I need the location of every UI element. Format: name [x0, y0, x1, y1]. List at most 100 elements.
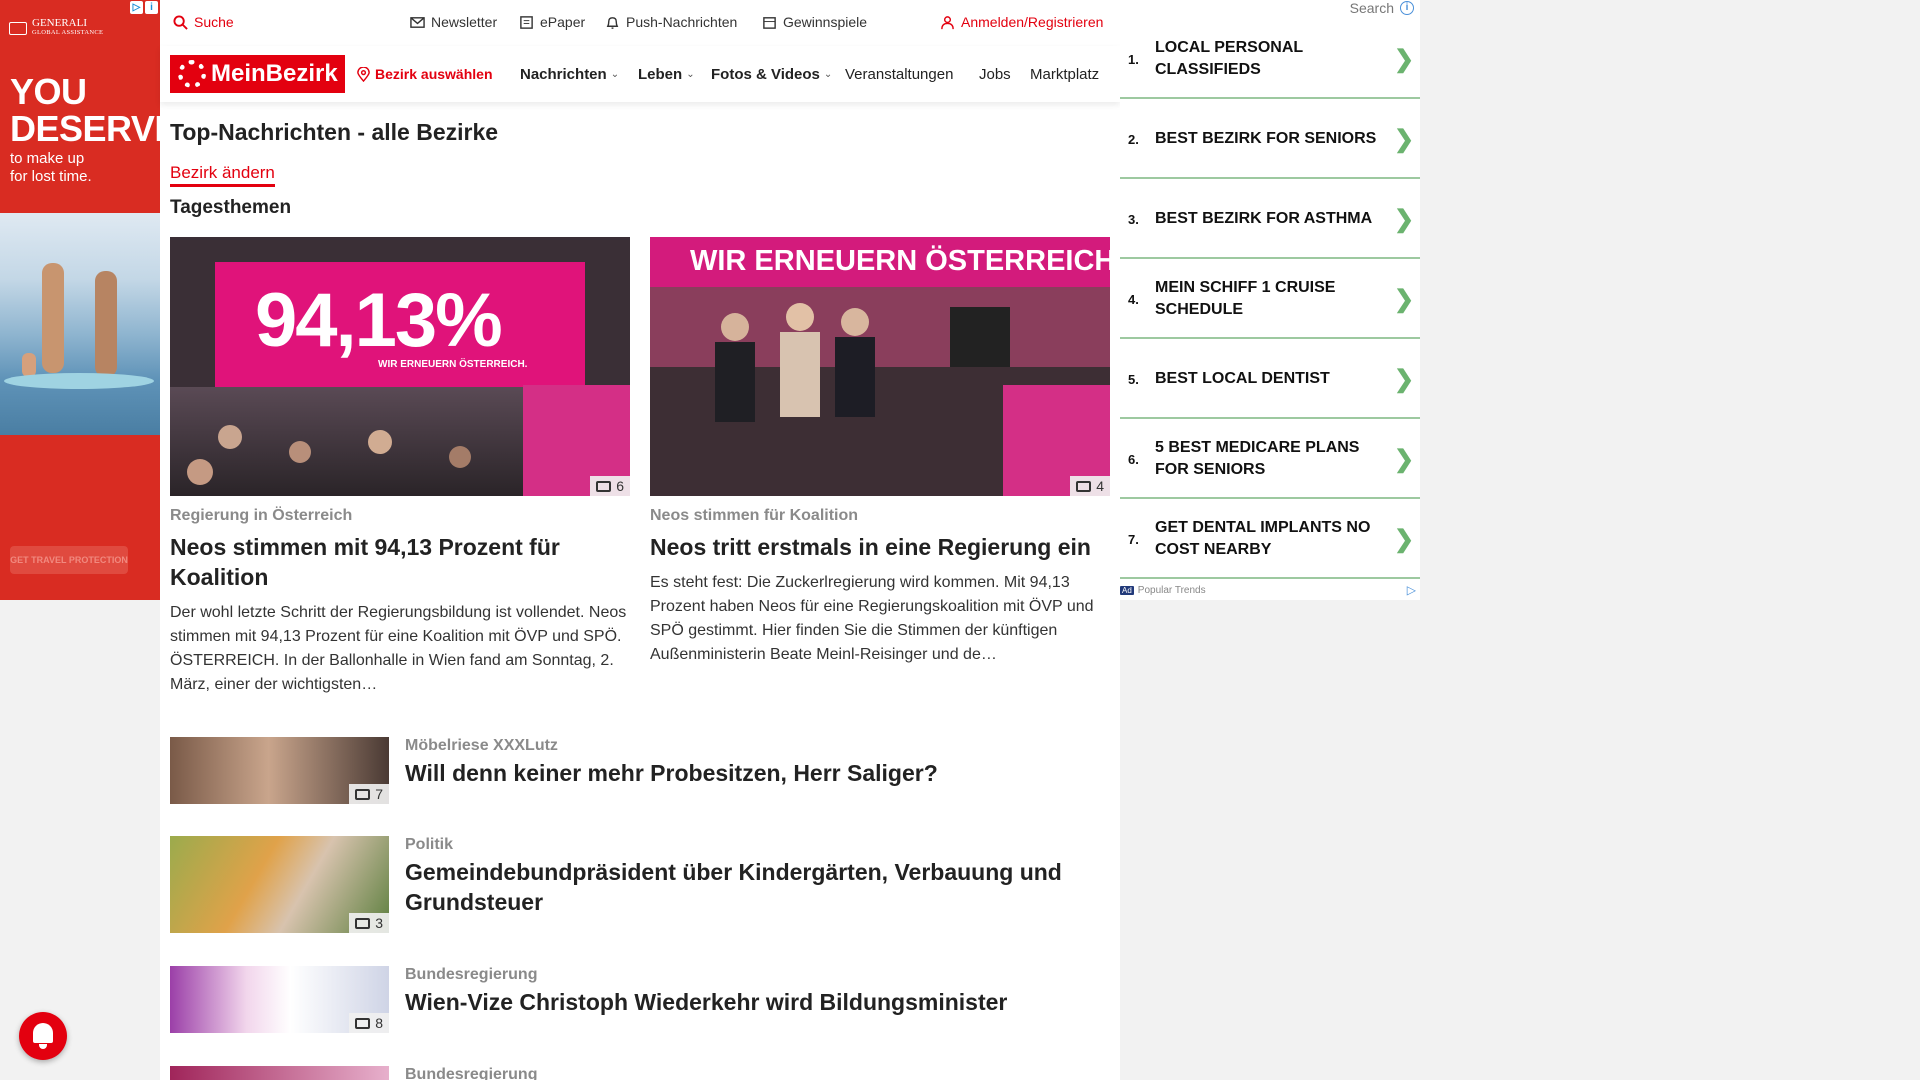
ad-search-label: Search	[1349, 0, 1394, 16]
ad-search[interactable]: Search i	[1350, 0, 1414, 16]
newspaper-icon	[520, 15, 533, 29]
nav-item-leben[interactable]: Leben ⌄	[638, 66, 695, 83]
login-label: Anmelden/Registrieren	[961, 14, 1104, 30]
ad-list-item[interactable]: 3. BEST BEZIRK FOR ASTHMA ❯	[1120, 181, 1420, 259]
utility-bar: Suche Newsletter ePaper Push-Nachrichten…	[160, 0, 1120, 46]
chevron-right-icon: ❯	[1394, 125, 1415, 153]
ad-paddleboard-photo	[0, 213, 160, 435]
photo-count-badge: 7	[349, 784, 389, 804]
chevron-down-icon: ⌄	[823, 69, 833, 80]
nav-item-jobs[interactable]: Jobs	[979, 66, 1011, 83]
image-overlay-sub: WIR ERNEUERN ÖSTERREICH.	[378, 359, 528, 370]
page-title: Top-Nachrichten - alle Bezirke	[170, 119, 499, 145]
right-ad[interactable]: Search i 1. LOCAL PERSONAL CLASSIFIEDS ❯ 2.…	[1120, 0, 1420, 600]
ad-list-item[interactable]: 5. BEST LOCAL DENTIST ❯	[1120, 341, 1420, 419]
gallery-icon	[355, 788, 371, 800]
chevron-right-icon: ❯	[1394, 285, 1415, 313]
article-thumbnail[interactable]	[170, 1066, 389, 1080]
article-kicker: Neos stimmen für Koalition	[650, 507, 859, 524]
article-image[interactable]: 94,13% WIR ERNEUERN ÖSTERREICH. 6	[170, 237, 630, 496]
article-kicker: Bundesregierung	[405, 966, 538, 983]
featured-article[interactable]: WIR ERNEUERN ÖSTERREICH 4 Neos stimmen f…	[650, 237, 1110, 667]
nav-item-marktplatz[interactable]: Marktplatz	[1030, 66, 1110, 83]
location-pin-icon	[357, 66, 370, 82]
chevron-right-icon: ❯	[1394, 525, 1415, 553]
list-item[interactable]: 7 Möbelriese XXXLutz Will denn keiner meh…	[170, 737, 1110, 804]
info-icon[interactable]: i	[145, 1, 158, 14]
gallery-icon	[355, 917, 371, 929]
photo-count-badge: 4	[1070, 476, 1110, 496]
article-image[interactable]: WIR ERNEUERN ÖSTERREICH 4	[650, 237, 1110, 496]
brand-label: MeinBezirk	[211, 60, 338, 87]
ad-list-item[interactable]: 7. GET DENTAL IMPLANTS NO COST NEARBY ❯	[1120, 501, 1420, 579]
list-item[interactable]: 8 Bundesregierung Wien-Vize Christoph Wie…	[170, 966, 1110, 1033]
article-thumbnail[interactable]: 8	[170, 966, 389, 1033]
push-link[interactable]: Push-Nachrichten	[605, 14, 737, 30]
change-district-link[interactable]: Bezirk ändern	[170, 163, 275, 187]
district-label: Bezirk auswählen	[375, 66, 493, 82]
photo-count-badge: 3	[349, 913, 389, 933]
image-overlay-text: WIR ERNEUERN ÖSTERREICH	[690, 245, 1110, 277]
ad-list-item[interactable]: 1. LOCAL PERSONAL CLASSIFIEDS ❯	[1120, 21, 1420, 99]
login-link[interactable]: Anmelden/Registrieren	[940, 14, 1103, 30]
ad-brand-sub: GLOBAL ASSISTANCE	[32, 29, 104, 36]
adchoices-icon[interactable]: ▷	[1407, 583, 1416, 597]
chevron-right-icon: ❯	[1394, 365, 1415, 393]
ad-list-item[interactable]: 4. MEIN SCHIFF 1 CRUISE SCHEDULE ❯	[1120, 261, 1420, 339]
article-headline[interactable]: Wien-Vize Christoph Wiederkehr wird Bild…	[405, 987, 1007, 1017]
district-selector[interactable]: Bezirk auswählen	[356, 66, 493, 82]
ad-list-item[interactable]: 2. BEST BEZIRK FOR SENIORS ❯	[1120, 101, 1420, 179]
chevron-down-icon: ⌄	[610, 69, 620, 80]
article-headline[interactable]: Neos tritt erstmals in eine Regierung ei…	[650, 532, 1110, 562]
bell-icon	[606, 16, 619, 29]
article-kicker: Regierung in Österreich	[170, 507, 353, 524]
nav-item-fotos-videos[interactable]: Fotos & Videos ⌄	[711, 66, 832, 83]
gift-icon	[763, 16, 776, 29]
games-link[interactable]: Gewinnspiele	[762, 14, 867, 30]
gallery-icon	[596, 480, 612, 492]
ad-list-item[interactable]: 6. 5 BEST MEDICARE PLANS FOR SENIORS ❯	[1120, 421, 1420, 499]
ad-cta-button[interactable]: GET TRAVEL PROTECTION	[10, 546, 128, 574]
search-icon	[173, 14, 188, 30]
newsletter-label: Newsletter	[431, 14, 498, 30]
search-label: Suche	[194, 14, 234, 30]
info-icon[interactable]: i	[1400, 1, 1414, 15]
section-title: Tagesthemen	[170, 197, 292, 218]
left-ad[interactable]: GENERALIGLOBAL ASSISTANCE ▷i YOUDESERVE …	[0, 0, 160, 600]
chevron-right-icon: ❯	[1394, 205, 1415, 233]
article-kicker: Politik	[405, 836, 454, 853]
search-link[interactable]: Suche	[173, 14, 234, 30]
article-thumbnail[interactable]: 7	[170, 737, 389, 804]
nav-item-nachrichten[interactable]: Nachrichten ⌄	[520, 66, 619, 83]
main-content: Suche Newsletter ePaper Push-Nachrichten…	[160, 0, 1120, 1080]
list-item[interactable]: Bundesregierung	[170, 1066, 1110, 1080]
image-overlay-text: 94,13%	[255, 278, 503, 363]
logo-gear-icon	[178, 60, 206, 88]
main-navigation: MeinBezirk Bezirk auswählen Nachrichten ⌄…	[160, 46, 1120, 102]
push-label: Push-Nachrichten	[626, 14, 738, 30]
nav-item-veranstaltungen[interactable]: Veranstaltungen	[845, 66, 953, 83]
article-headline[interactable]: Will denn keiner mehr Probesitzen, Herr …	[405, 758, 938, 788]
envelope-icon	[410, 16, 425, 28]
featured-article[interactable]: 94,13% WIR ERNEUERN ÖSTERREICH. 6 Regier…	[170, 237, 630, 697]
ad-label: Ad	[1120, 585, 1134, 595]
epaper-link[interactable]: ePaper	[519, 14, 585, 30]
games-label: Gewinnspiele	[783, 14, 868, 30]
article-headline[interactable]: Neos stimmen mit 94,13 Prozent für Koali…	[170, 532, 630, 592]
ad-subline: to make up for lost time.	[10, 150, 92, 185]
newsletter-link[interactable]: Newsletter	[410, 14, 497, 30]
adchoices-icon[interactable]: ▷	[130, 1, 143, 14]
ad-choices[interactable]: ▷ i	[130, 1, 158, 14]
article-thumbnail[interactable]: 3	[170, 836, 389, 933]
chevron-down-icon: ⌄	[686, 69, 695, 80]
bell-icon	[33, 1023, 53, 1043]
notification-bell-button[interactable]	[19, 1012, 67, 1060]
article-teaser: Es steht fest: Die Zuckerlregierung wird…	[650, 574, 1094, 663]
article-headline[interactable]: Gemeindebundpräsident über Kindergärten,…	[405, 857, 1110, 917]
lion-icon	[9, 21, 27, 35]
list-item[interactable]: 3 Politik Gemeindebundpräsident über Kind…	[170, 836, 1110, 933]
ad-footer-label: Popular Trends	[1137, 584, 1206, 596]
article-teaser: Der wohl letzte Schritt der Regierungsbi…	[170, 604, 627, 693]
meinbezirk-logo[interactable]: MeinBezirk	[170, 55, 345, 93]
user-icon	[941, 15, 954, 29]
